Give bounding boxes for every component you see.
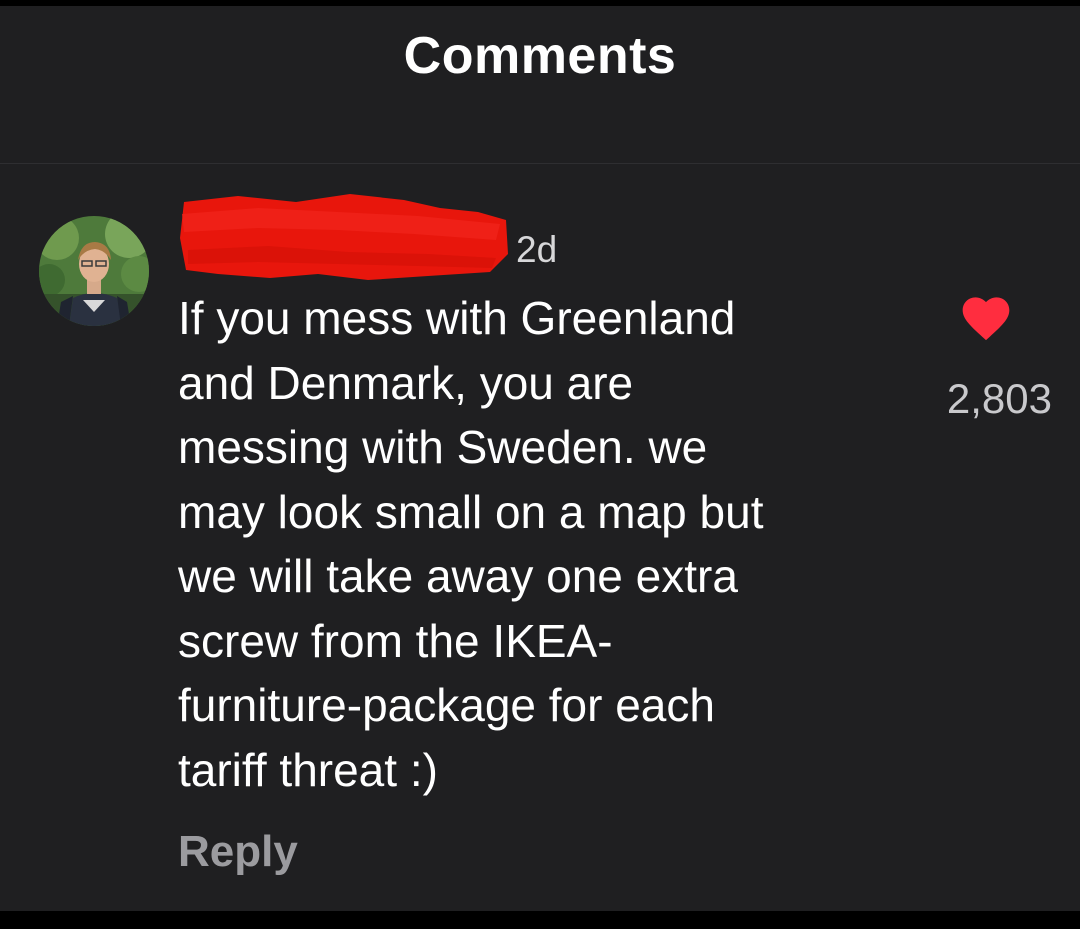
heart-icon[interactable]	[958, 290, 1014, 342]
comments-sheet: Comments stagram	[0, 6, 1080, 911]
redaction-mark	[180, 194, 508, 280]
comment-timestamp: 2d	[516, 229, 558, 270]
comment-author-line: stagram 2d	[178, 194, 778, 280]
page-title: Comments	[403, 27, 677, 85]
reply-button[interactable]: Reply	[178, 827, 298, 877]
comment-item: stagram 2d If you mess with Greenland an…	[0, 164, 1080, 904]
avatar[interactable]	[39, 216, 149, 326]
comments-header: Comments	[0, 6, 1080, 163]
comment-text: If you mess with Greenland and Denmark, …	[178, 292, 764, 796]
like-count: 2,803	[946, 375, 1052, 422]
